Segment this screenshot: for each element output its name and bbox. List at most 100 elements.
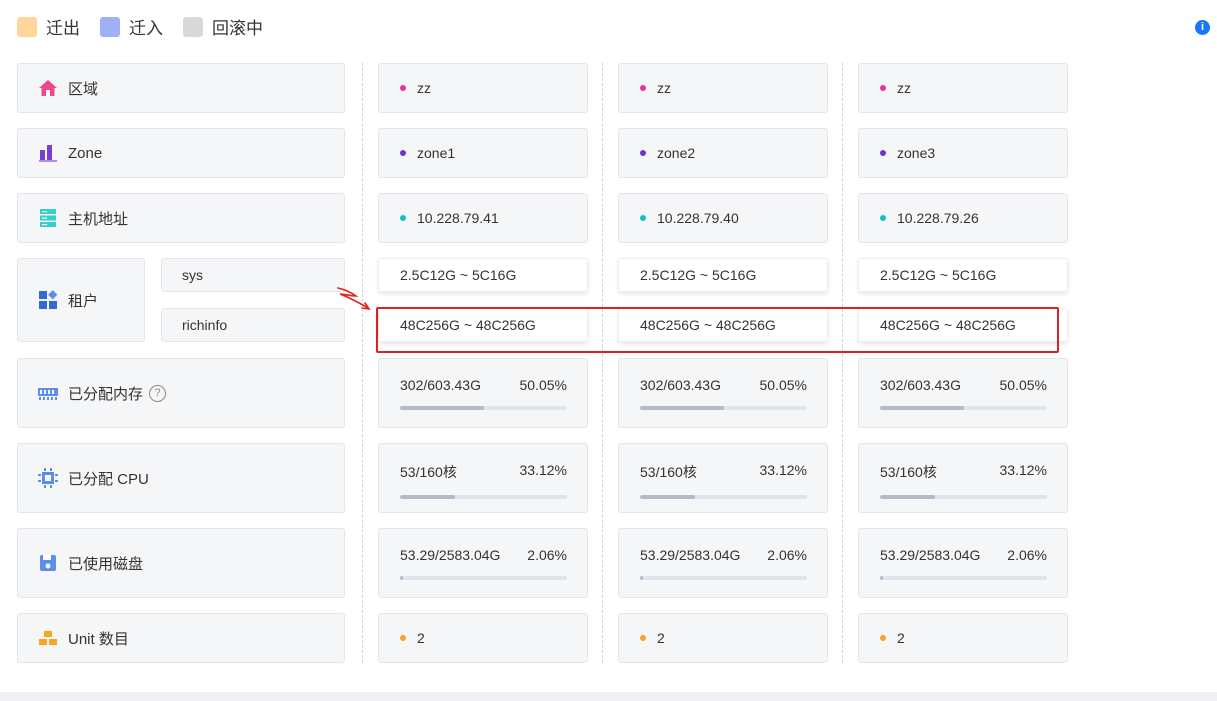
disk-percent: 2.06% <box>527 547 567 563</box>
legend-label-in: 迁入 <box>129 19 163 38</box>
memory-progress-fill <box>640 406 724 410</box>
cpu-cell: 53/160核 33.12% <box>858 443 1068 513</box>
unit-label: Unit 数目 <box>68 630 129 648</box>
legend: 迁出 迁入 回滚中 <box>17 14 283 39</box>
memory-progress-bar <box>880 406 1047 410</box>
region-value: zz <box>657 80 671 96</box>
tenant-sub-sys: sys <box>161 258 345 292</box>
tenant-sub-richinfo: richinfo <box>161 308 345 342</box>
disk-progress-fill <box>880 576 884 580</box>
legend-label-out: 迁出 <box>46 19 80 38</box>
status-dot <box>640 635 646 641</box>
region-value: zz <box>417 80 431 96</box>
swatch-rollback <box>183 16 203 37</box>
memory-percent: 50.05% <box>759 377 807 393</box>
tenant-sys-cell: 2.5C12G ~ 5C16G <box>858 258 1068 292</box>
status-dot <box>400 150 406 156</box>
legend-label-rollback: 回滚中 <box>212 19 263 38</box>
cpu-percent: 33.12% <box>759 462 807 478</box>
cpu-progress-bar <box>880 495 1047 499</box>
cpu-progress-bar <box>400 495 567 499</box>
memory-value: 302/603.43G <box>880 377 961 393</box>
row-label-unit: Unit 数目 <box>17 613 345 663</box>
status-dot <box>400 635 406 641</box>
disk-percent: 2.06% <box>767 547 807 563</box>
tenant-sys-value: 2.5C12G ~ 5C16G <box>880 267 997 283</box>
cpu-progress-bar <box>640 495 807 499</box>
zone-cell: zone1 <box>378 128 588 178</box>
footer-band <box>0 692 1217 701</box>
unit-cell: 2 <box>618 613 828 663</box>
disk-percent: 2.06% <box>1007 547 1047 563</box>
annotation-arrow-icon <box>337 287 371 311</box>
region-cell: zz <box>618 63 828 113</box>
memory-value: 302/603.43G <box>400 377 481 393</box>
unit-value: 2 <box>897 630 905 646</box>
tenant-label: 租户 <box>68 292 99 310</box>
disk-progress-fill <box>640 576 644 580</box>
host-cell: 10.228.79.40 <box>618 193 828 243</box>
memory-cell: 302/603.43G 50.05% <box>378 358 588 428</box>
row-label-disk: 已使用磁盘 <box>17 528 345 598</box>
host-value: 10.228.79.40 <box>657 210 739 226</box>
tenant-sys-value: 2.5C12G ~ 5C16G <box>400 267 517 283</box>
unit-value: 2 <box>657 630 665 646</box>
tenant-sys-value: 2.5C12G ~ 5C16G <box>640 267 757 283</box>
disk-progress-bar <box>640 576 807 580</box>
legend-item-out[interactable]: 迁出 <box>17 14 80 39</box>
region-cell: zz <box>378 63 588 113</box>
disk-cell: 53.29/2583.04G 2.06% <box>858 528 1068 598</box>
host-cell: 10.228.79.41 <box>378 193 588 243</box>
status-dot <box>400 85 406 91</box>
region-label: 区域 <box>68 80 99 98</box>
row-label-memory: 已分配内存 ? <box>17 358 345 428</box>
memory-percent: 50.05% <box>999 377 1047 393</box>
cpu-cell: 53/160核 33.12% <box>618 443 828 513</box>
tenant-sub-richinfo-label: richinfo <box>182 317 228 333</box>
disk-icon <box>38 553 58 573</box>
status-dot <box>640 215 646 221</box>
disk-progress-fill <box>400 576 404 580</box>
host-value: 10.228.79.41 <box>417 210 499 226</box>
server-icon <box>38 208 58 228</box>
zone-value: zone2 <box>657 145 696 161</box>
host-cell: 10.228.79.26 <box>858 193 1068 243</box>
region-value: zz <box>897 80 911 96</box>
status-dot <box>400 215 406 221</box>
tenant-sys-cell: 2.5C12G ~ 5C16G <box>618 258 828 292</box>
highlight-box <box>376 307 1059 353</box>
cpu-percent: 33.12% <box>999 462 1047 478</box>
units-icon <box>38 628 58 648</box>
disk-value: 53.29/2583.04G <box>640 547 741 563</box>
memory-cell: 302/603.43G 50.05% <box>858 358 1068 428</box>
info-icon[interactable]: i <box>1195 20 1210 35</box>
apps-icon <box>38 290 58 310</box>
memory-progress-bar <box>400 406 567 410</box>
cpu-progress-fill <box>880 495 936 499</box>
row-label-zone: Zone <box>17 128 345 178</box>
disk-cell: 53.29/2583.04G 2.06% <box>378 528 588 598</box>
row-label-host: 主机地址 <box>17 193 345 243</box>
memory-cell: 302/603.43G 50.05% <box>618 358 828 428</box>
memory-value: 302/603.43G <box>640 377 721 393</box>
unit-cell: 2 <box>378 613 588 663</box>
help-icon[interactable]: ? <box>149 384 167 402</box>
status-dot <box>880 85 886 91</box>
status-dot <box>880 635 886 641</box>
region-cell: zz <box>858 63 1068 113</box>
memory-progress-fill <box>400 406 484 410</box>
legend-item-rollback[interactable]: 回滚中 <box>183 14 263 39</box>
memory-progress-fill <box>880 406 964 410</box>
cpu-label: 已分配 CPU <box>68 470 149 488</box>
swatch-in <box>100 16 120 37</box>
disk-label: 已使用磁盘 <box>68 555 144 573</box>
legend-item-in[interactable]: 迁入 <box>100 14 163 39</box>
disk-value: 53.29/2583.04G <box>880 547 981 563</box>
zone-label: Zone <box>68 144 103 162</box>
column-divider <box>602 63 603 663</box>
swatch-out <box>17 16 37 37</box>
zone-value: zone1 <box>417 145 456 161</box>
disk-value: 53.29/2583.04G <box>400 547 501 563</box>
column-divider <box>362 63 363 663</box>
cpu-icon <box>38 468 58 488</box>
